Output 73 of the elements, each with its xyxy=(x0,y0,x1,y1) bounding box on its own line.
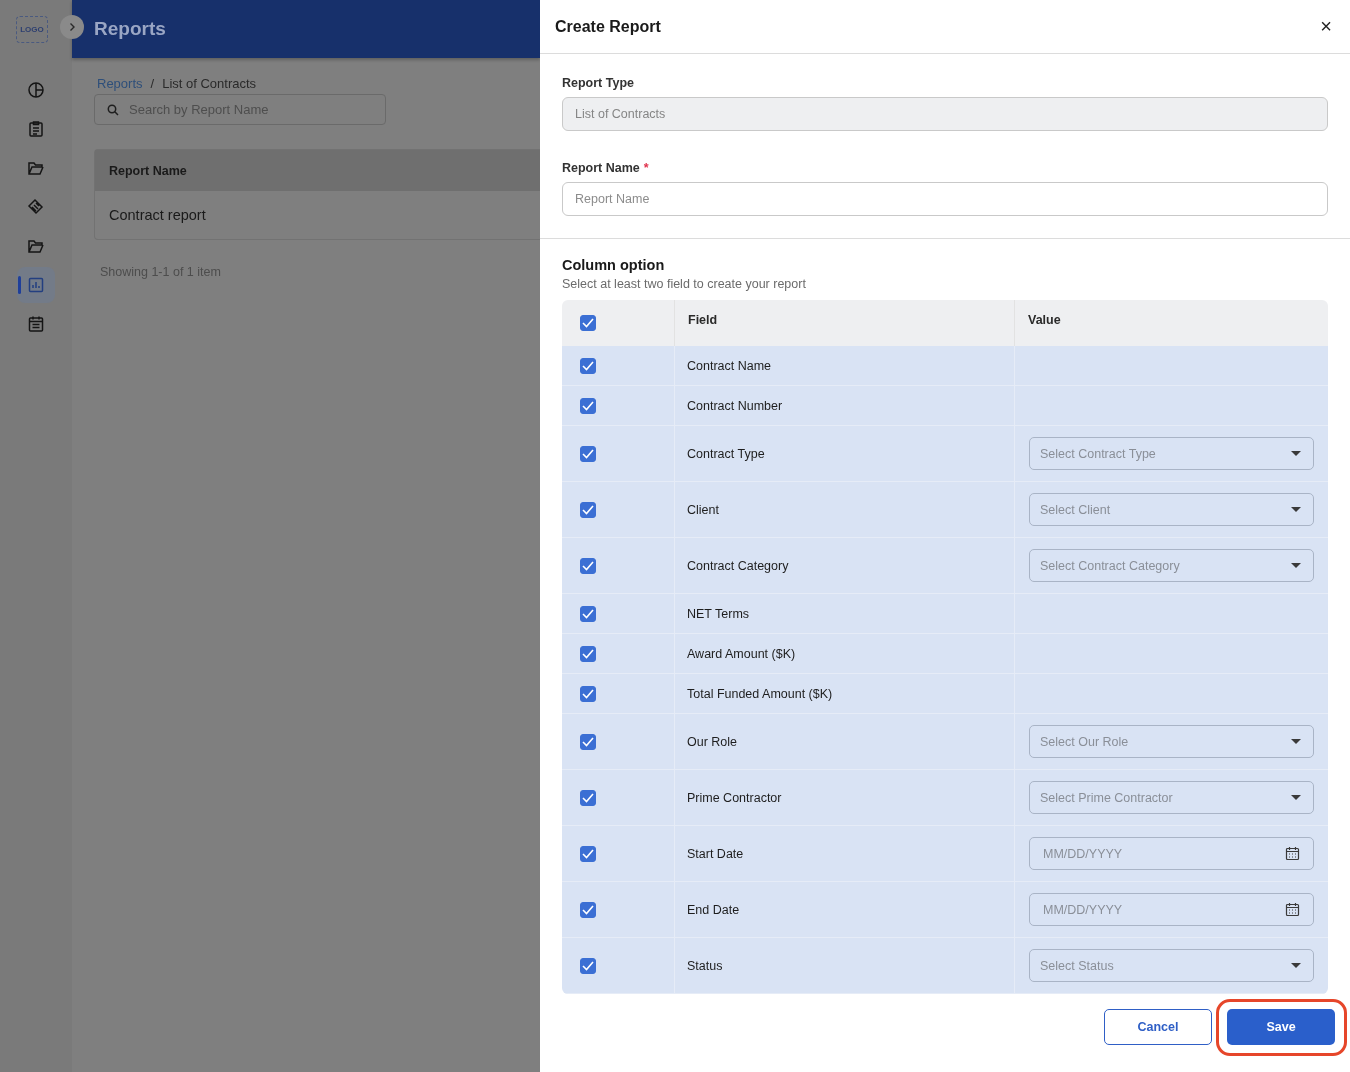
select-dropdown[interactable]: Select Our Role xyxy=(1029,725,1314,758)
caret-icon xyxy=(1291,739,1301,744)
section-title: Column option xyxy=(562,257,666,273)
date-field[interactable]: MM/DD/YYYY xyxy=(1029,893,1314,926)
field-name: NET Terms xyxy=(687,606,750,621)
report-name-field[interactable]: Report Name xyxy=(562,182,1328,216)
checkbox[interactable] xyxy=(580,445,596,462)
tag-icon xyxy=(27,198,45,216)
date-field[interactable]: MM/DD/YYYY xyxy=(1029,837,1314,870)
checkbox[interactable] xyxy=(580,645,596,662)
logo: LOGO xyxy=(16,15,48,43)
column-header: Report Name xyxy=(109,163,187,178)
calendar-icon xyxy=(27,315,45,333)
expand-button[interactable] xyxy=(60,15,84,39)
field-name: Contract Category xyxy=(687,558,789,573)
checkbox[interactable] xyxy=(580,845,596,862)
field-name: End Date xyxy=(687,902,740,917)
breadcrumb-link[interactable]: Reports xyxy=(97,76,143,91)
breadcrumb-current: List of Contracts xyxy=(162,76,257,91)
field-name: Contract Name xyxy=(687,358,772,373)
folder-icon xyxy=(27,237,45,255)
dialog-title: Create Report xyxy=(555,17,661,36)
column-header: Value xyxy=(1028,313,1061,327)
field-label: Report Type xyxy=(562,76,635,90)
checkbox[interactable] xyxy=(580,685,596,702)
field-name: Contract Number xyxy=(687,398,783,413)
caret-icon xyxy=(1291,795,1301,800)
calendar-icon xyxy=(1285,846,1300,861)
section-hint: Select at least two field to create your report xyxy=(562,277,807,291)
cancel-button[interactable]: Cancel xyxy=(1104,1009,1212,1045)
clipboard-icon xyxy=(27,120,45,138)
caret-icon xyxy=(1291,507,1301,512)
field-name: Contract Type xyxy=(687,446,765,461)
caret-icon xyxy=(1291,451,1301,456)
pie-chart-icon xyxy=(27,81,45,99)
select-dropdown[interactable]: Select Prime Contractor xyxy=(1029,781,1314,814)
breadcrumb-separator: / xyxy=(150,76,155,91)
select-dropdown[interactable]: Select Status xyxy=(1029,949,1314,982)
checkbox[interactable] xyxy=(580,397,596,414)
save-button[interactable]: Save xyxy=(1227,1009,1335,1045)
checkbox[interactable] xyxy=(580,315,596,331)
field-name: Prime Contractor xyxy=(687,790,782,805)
required-mark: * xyxy=(643,161,649,175)
caret-icon xyxy=(1291,563,1301,568)
checkbox[interactable] xyxy=(580,957,596,974)
field-name: Total Funded Amount ($K) xyxy=(687,686,833,701)
select-dropdown[interactable]: Select Client xyxy=(1029,493,1314,526)
checkbox[interactable] xyxy=(580,357,596,374)
close-button[interactable]: × xyxy=(1316,15,1336,38)
chevron-right-icon xyxy=(67,22,77,32)
column-header: Field xyxy=(688,313,718,327)
field-name: Status xyxy=(687,958,723,973)
field-name: Award Amount ($K) xyxy=(687,646,796,661)
checkbox[interactable] xyxy=(580,557,596,574)
bar-chart-icon xyxy=(27,276,45,294)
folder-icon xyxy=(27,159,45,177)
field-name: Start Date xyxy=(687,846,744,861)
checkbox[interactable] xyxy=(580,605,596,622)
field-name: Our Role xyxy=(687,734,738,749)
field-label: Report Name * xyxy=(562,161,650,175)
checkbox[interactable] xyxy=(580,733,596,750)
checkbox[interactable] xyxy=(580,501,596,518)
caret-icon xyxy=(1291,963,1301,968)
select-dropdown[interactable]: Select Contract Type xyxy=(1029,437,1314,470)
checkbox[interactable] xyxy=(580,901,596,918)
checkbox[interactable] xyxy=(580,789,596,806)
select-dropdown[interactable]: Select Contract Category xyxy=(1029,549,1314,582)
sidebar-item[interactable] xyxy=(17,267,55,303)
search-icon xyxy=(107,104,119,116)
table-cell: Contract report xyxy=(109,207,206,223)
field-name: Client xyxy=(687,502,719,517)
page-title: Reports xyxy=(94,18,166,40)
calendar-icon xyxy=(1285,902,1300,917)
